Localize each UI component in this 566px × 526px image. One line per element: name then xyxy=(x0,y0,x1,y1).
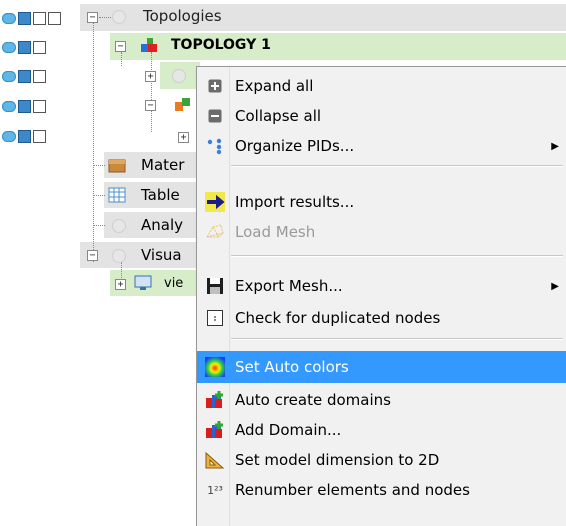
menu-item-label: Organize PIDs... xyxy=(235,137,355,155)
menu-separator xyxy=(231,338,563,340)
status-dot-icon xyxy=(172,69,186,83)
tree-line xyxy=(99,17,111,18)
toggle-group-row3 xyxy=(2,70,46,83)
menu-item-expand-all[interactable]: Expand all xyxy=(197,71,566,101)
menu-separator xyxy=(231,255,563,257)
submenu-arrow-icon: ▶ xyxy=(551,140,559,152)
menu-item-set-auto-colors[interactable]: Set Auto colors xyxy=(197,351,566,383)
menu-item-renumber[interactable]: 1²³ Renumber elements and nodes xyxy=(197,475,566,505)
select-toggle[interactable] xyxy=(48,12,61,25)
tree-line xyxy=(93,165,105,166)
menu-item-label: Collapse all xyxy=(235,107,322,125)
collapse-icon xyxy=(205,106,225,126)
menu-item-label: Set Auto colors xyxy=(235,358,349,376)
expand-toggle-child1[interactable]: + xyxy=(145,71,156,82)
menu-item-label: Add Domain... xyxy=(235,421,342,439)
status-dot-icon xyxy=(112,10,126,24)
menu-item-label: Import results... xyxy=(235,193,355,211)
visibility-toggle[interactable] xyxy=(2,101,16,112)
menu-item-label: Renumber elements and nodes xyxy=(235,481,470,499)
toggle-group-topologies xyxy=(2,12,61,25)
menu-separator xyxy=(231,165,563,167)
menu-item-label: Check for duplicated nodes xyxy=(235,309,441,327)
menu-item-set-model-dimension-2d[interactable]: Set model dimension to 2D xyxy=(197,445,566,475)
shade-toggle[interactable] xyxy=(18,70,31,83)
context-menu: Expand all Collapse all Organize PIDs...… xyxy=(196,66,566,526)
load-mesh-icon xyxy=(205,222,225,242)
tree-line xyxy=(151,52,152,132)
monitor-icon xyxy=(134,275,152,290)
menu-item-organize-pids[interactable]: Organize PIDs... ▶ xyxy=(197,131,566,161)
menu-item-label: Expand all xyxy=(235,77,314,95)
wire-toggle[interactable] xyxy=(33,130,46,143)
wire-toggle[interactable] xyxy=(33,100,46,113)
wire-toggle[interactable] xyxy=(33,70,46,83)
tree-item-materials[interactable]: Mater xyxy=(141,156,184,174)
visibility-toggle[interactable] xyxy=(2,13,16,24)
tree-item-visual[interactable]: Visua xyxy=(141,246,182,264)
renumber-icon: 1²³ xyxy=(205,480,225,500)
tree-item-view[interactable]: vie xyxy=(164,276,183,291)
visibility-toggle[interactable] xyxy=(2,131,16,142)
collapse-toggle-child2[interactable]: − xyxy=(145,100,156,111)
shade-toggle[interactable] xyxy=(18,12,31,25)
tree-line xyxy=(93,195,105,196)
set-square-icon xyxy=(205,450,225,470)
color-gradient-icon xyxy=(205,357,225,377)
tree-item-tables[interactable]: Table xyxy=(141,186,180,204)
import-arrow-icon xyxy=(205,192,225,212)
shade-toggle[interactable] xyxy=(18,130,31,143)
menu-item-load-mesh[interactable]: Load Mesh xyxy=(197,217,566,247)
collapse-toggle-topologies[interactable]: − xyxy=(87,12,98,23)
table-grid-icon xyxy=(108,187,126,203)
visibility-toggle[interactable] xyxy=(2,71,16,82)
menu-item-label: Set model dimension to 2D xyxy=(235,451,440,469)
tree-item-topologies[interactable]: Topologies xyxy=(143,7,222,25)
collapse-toggle-visual[interactable]: − xyxy=(87,250,98,261)
toggle-group-row5 xyxy=(2,130,46,143)
save-disk-icon xyxy=(205,276,225,296)
tree-line xyxy=(121,52,122,66)
menu-item-export-mesh[interactable]: Export Mesh... ▶ xyxy=(197,271,566,301)
colored-blocks-icon xyxy=(175,98,190,111)
menu-item-label: Load Mesh xyxy=(235,223,316,241)
wire-toggle[interactable] xyxy=(33,12,46,25)
tree-line xyxy=(93,225,105,226)
materials-box-icon xyxy=(108,159,126,173)
domain-add-icon xyxy=(205,390,225,410)
shade-toggle[interactable] xyxy=(18,41,31,54)
shade-toggle[interactable] xyxy=(18,100,31,113)
organize-icon xyxy=(205,136,225,156)
menu-item-label: Export Mesh... xyxy=(235,277,343,295)
menu-item-auto-create-domains[interactable]: Auto create domains xyxy=(197,385,566,415)
wire-toggle[interactable] xyxy=(33,41,46,54)
expand-toggle-view[interactable]: + xyxy=(115,279,126,290)
menu-item-collapse-all[interactable]: Collapse all xyxy=(197,101,566,131)
status-dot-icon xyxy=(112,219,126,233)
menu-item-label: Auto create domains xyxy=(235,391,391,409)
expand-toggle-child3[interactable]: + xyxy=(178,132,189,143)
status-dot-icon xyxy=(112,249,126,263)
visibility-toggle[interactable] xyxy=(2,42,16,53)
menu-item-import-results[interactable]: Import results... xyxy=(197,187,566,217)
expand-icon xyxy=(205,76,225,96)
renumber-glyph: 1²³ xyxy=(207,483,223,497)
collapse-toggle-topology1[interactable]: − xyxy=(115,41,126,52)
submenu-arrow-icon: ▶ xyxy=(551,280,559,292)
tree-item-analysis[interactable]: Analy xyxy=(141,216,183,234)
menu-item-check-duplicated-nodes[interactable]: Check for duplicated nodes xyxy=(197,303,566,333)
tree-item-topology1[interactable]: TOPOLOGY 1 xyxy=(171,37,271,53)
topology-blocks-icon xyxy=(141,38,157,52)
check-nodes-icon xyxy=(205,308,225,328)
tree-line xyxy=(93,22,94,262)
toggle-group-topology1 xyxy=(2,41,46,54)
domain-add-icon xyxy=(205,420,225,440)
toggle-group-row4 xyxy=(2,100,46,113)
menu-item-add-domain[interactable]: Add Domain... xyxy=(197,415,566,445)
